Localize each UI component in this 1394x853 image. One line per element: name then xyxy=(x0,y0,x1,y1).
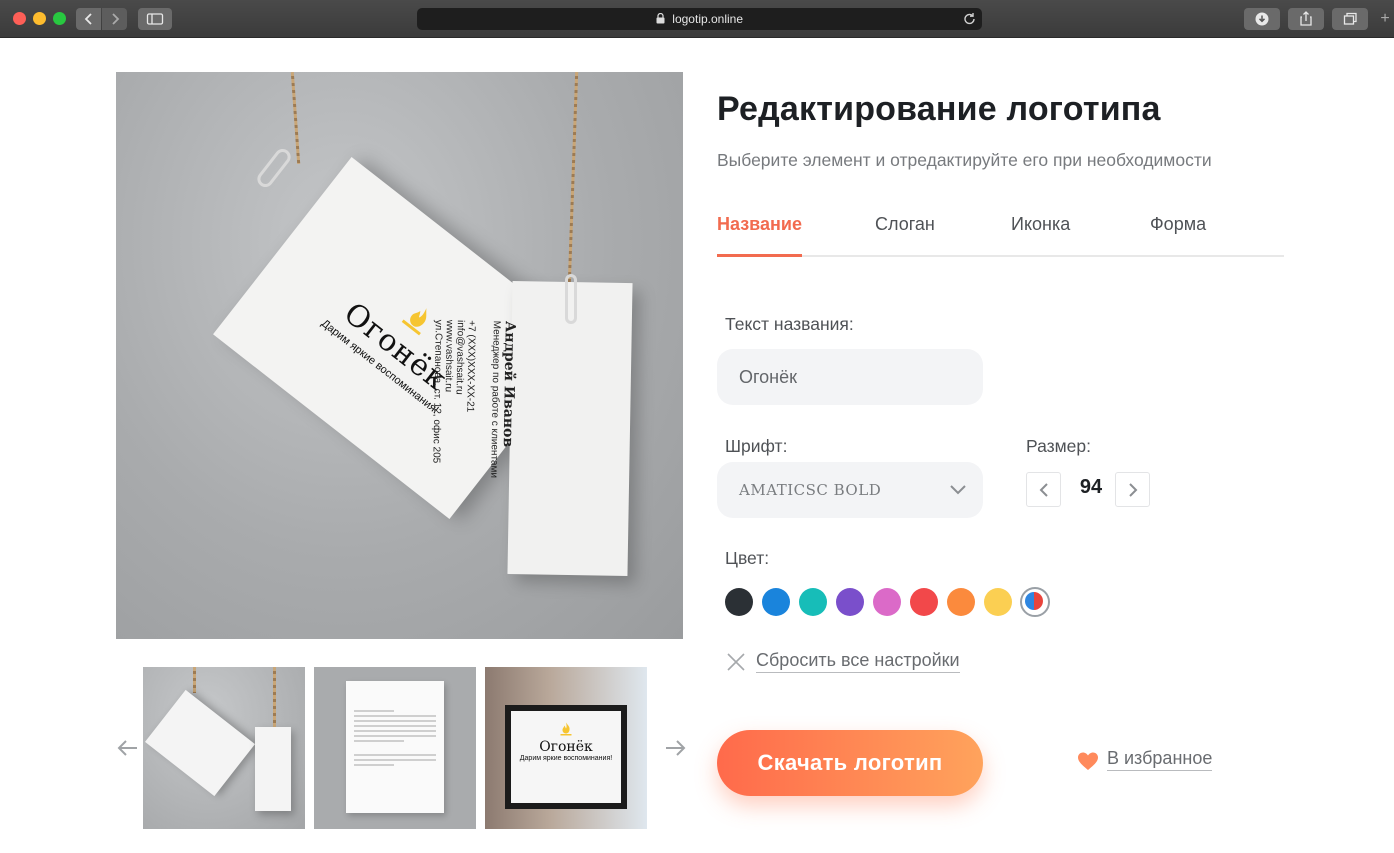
tab-slogan[interactable]: Слоган xyxy=(875,214,935,257)
paper-clip-right xyxy=(565,274,577,324)
thumb-card-contacts xyxy=(255,727,291,811)
page-subtitle: Выберите элемент и отредактируйте его пр… xyxy=(717,150,1212,170)
tab-overview-button[interactable] xyxy=(1332,8,1368,30)
lock-icon xyxy=(656,13,665,24)
color-swatch[interactable] xyxy=(910,588,938,616)
signboard-tagline: Дарим яркие воспоминания! xyxy=(519,755,613,762)
new-tab-button[interactable]: + xyxy=(1376,8,1394,30)
forward-icon xyxy=(111,13,119,25)
letterhead-paper xyxy=(346,681,444,813)
thumbnail-signboard[interactable]: Огонёк Дарим яркие воспоминания! xyxy=(485,667,647,829)
downloads-button[interactable] xyxy=(1244,8,1280,30)
twine-left xyxy=(290,72,301,164)
minimize-window-button[interactable] xyxy=(33,12,46,25)
tab-form[interactable]: Форма xyxy=(1150,214,1206,257)
thumbnail-business-cards[interactable] xyxy=(143,667,305,829)
close-window-button[interactable] xyxy=(13,12,26,25)
color-swatch[interactable] xyxy=(799,588,827,616)
color-field-label: Цвет: xyxy=(725,548,770,568)
color-swatch[interactable] xyxy=(984,588,1012,616)
download-icon xyxy=(1255,12,1269,26)
back-button[interactable] xyxy=(76,8,101,30)
signboard-frame: Огонёк Дарим яркие воспоминания! xyxy=(505,705,627,809)
tab-name[interactable]: Название xyxy=(717,214,802,257)
back-icon xyxy=(84,13,92,25)
browser-toolbar: logotip.online + xyxy=(0,0,1394,38)
thumbnails-prev-arrow-icon[interactable] xyxy=(115,735,141,761)
add-to-favorites-label: В избранное xyxy=(1107,748,1213,771)
sidebar-icon xyxy=(146,13,164,25)
zoom-window-button[interactable] xyxy=(53,12,66,25)
size-decrease-button[interactable] xyxy=(1026,472,1061,507)
share-icon xyxy=(1300,11,1312,26)
chevron-down-icon xyxy=(950,485,966,495)
logo-mockup-preview: Огонёк Дарим яркие воспоминания! Андрей … xyxy=(116,72,683,639)
page-title: Редактирование логотипа xyxy=(717,90,1161,128)
share-button[interactable] xyxy=(1288,8,1324,30)
plus-icon: + xyxy=(1380,10,1390,27)
signboard-brand: Огонёк xyxy=(539,739,593,755)
color-swatch[interactable] xyxy=(947,588,975,616)
chevron-right-icon xyxy=(1128,483,1137,497)
reload-icon[interactable] xyxy=(963,12,976,26)
sidebar-toggle-button[interactable] xyxy=(138,8,172,30)
font-select-value: AMATICSC BOLD xyxy=(739,481,882,499)
forward-button[interactable] xyxy=(102,8,127,30)
address-bar[interactable]: logotip.online xyxy=(417,8,982,30)
color-swatch[interactable] xyxy=(725,588,753,616)
color-swatch[interactable] xyxy=(873,588,901,616)
name-field-label: Текст названия: xyxy=(725,314,854,334)
flame-logo-icon xyxy=(560,722,572,736)
close-icon xyxy=(727,653,745,671)
custom-color-swatch[interactable] xyxy=(1020,587,1050,617)
color-swatch[interactable] xyxy=(762,588,790,616)
size-field-label: Размер: xyxy=(1026,436,1092,456)
thumb-twine xyxy=(193,667,196,693)
thumbnail-letterhead[interactable] xyxy=(314,667,476,829)
thumbnails-next-arrow-icon[interactable] xyxy=(662,735,688,761)
size-increase-button[interactable] xyxy=(1115,472,1150,507)
size-value[interactable]: 94 xyxy=(1066,476,1116,499)
url-text: logotip.online xyxy=(672,12,744,26)
name-text-input[interactable]: Огонёк xyxy=(717,349,983,405)
thumb-twine xyxy=(273,667,276,731)
editor-tabs: Название Слоган Иконка Форма xyxy=(717,214,1284,257)
chevron-left-icon xyxy=(1039,483,1048,497)
download-logo-button[interactable]: Скачать логотип xyxy=(717,730,983,796)
font-select[interactable]: AMATICSC BOLD xyxy=(717,462,983,518)
tabs-icon xyxy=(1343,12,1357,25)
thumb-card-logo xyxy=(145,689,255,797)
color-swatch[interactable] xyxy=(836,588,864,616)
paper-clip-left xyxy=(254,145,294,191)
tab-icon[interactable]: Иконка xyxy=(1011,214,1070,257)
mockup-business-card: Андрей Иванов Менеджер по работе с клиен… xyxy=(430,280,633,577)
font-field-label: Шрифт: xyxy=(725,436,788,456)
heart-icon xyxy=(1078,752,1098,770)
reset-settings-label: Сбросить все настройки xyxy=(756,650,960,673)
